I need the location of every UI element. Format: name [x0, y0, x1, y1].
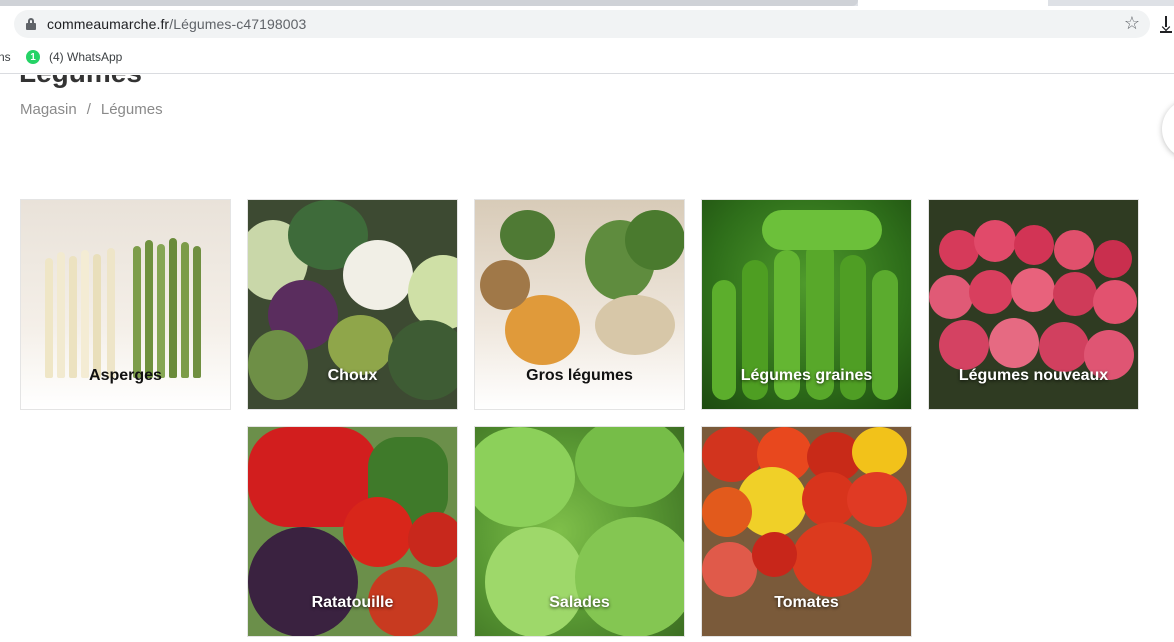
- category-tile-salades[interactable]: Salades: [474, 426, 685, 637]
- bookmark-whatsapp[interactable]: 1 (4) WhatsApp: [26, 49, 122, 65]
- breadcrumb-legumes: Légumes: [100, 101, 163, 118]
- category-label: Salades: [549, 594, 610, 611]
- floating-button[interactable]: [1162, 99, 1174, 159]
- category-tile-tomates[interactable]: Tomates: [701, 426, 912, 637]
- url-domain: commeaumarche.fr: [47, 16, 170, 32]
- lettuce-image: [475, 427, 575, 527]
- bookmark-whatsapp-label: (4) WhatsApp: [49, 50, 123, 64]
- bookmarks-bar: ns 1 (4) WhatsApp: [0, 42, 1174, 74]
- category-label: Légumes graines: [740, 367, 873, 384]
- lock-icon[interactable]: [26, 18, 36, 30]
- category-label: Légumes nouveaux: [958, 367, 1109, 384]
- category-tile-legumes-graines[interactable]: Légumes graines: [701, 199, 912, 410]
- breadcrumb: Magasin / Légumes: [20, 101, 163, 118]
- url-text[interactable]: commeaumarche.fr/Légumes-c47198003: [47, 16, 306, 32]
- category-label: Tomates: [774, 594, 839, 611]
- radishes-image: [939, 230, 979, 270]
- browser-toolbar: commeaumarche.fr/Légumes-c47198003 ☆: [0, 6, 1174, 42]
- category-tile-asperges[interactable]: Asperges: [20, 199, 231, 410]
- page-title: Légumes: [19, 75, 142, 89]
- whatsapp-icon: 1: [26, 50, 40, 64]
- download-icon[interactable]: [1160, 16, 1174, 34]
- url-path: /Légumes-c47198003: [169, 16, 307, 32]
- category-label: Ratatouille: [311, 594, 394, 611]
- category-tile-choux[interactable]: Choux: [247, 199, 458, 410]
- category-tile-legumes-nouveaux[interactable]: Légumes nouveaux: [928, 199, 1139, 410]
- category-tile-gros-legumes[interactable]: Gros légumes: [474, 199, 685, 410]
- breadcrumb-magasin[interactable]: Magasin: [20, 101, 77, 118]
- address-bar[interactable]: commeaumarche.fr/Légumes-c47198003 ☆: [14, 10, 1150, 38]
- bookmark-star-icon[interactable]: ☆: [1124, 14, 1140, 32]
- bookmark-apps[interactable]: ns: [0, 50, 11, 64]
- category-label: Choux: [327, 367, 378, 384]
- breadcrumb-separator: /: [86, 101, 91, 118]
- page-content: Légumes Magasin / Légumes Asperges Choux: [0, 75, 1174, 642]
- white-asparagus: [45, 258, 53, 378]
- category-tile-ratatouille[interactable]: Ratatouille: [247, 426, 458, 637]
- category-label: Asperges: [89, 367, 162, 384]
- category-label: Gros légumes: [526, 367, 633, 384]
- vegetable-basket-image: [500, 210, 555, 260]
- green-asparagus: [133, 246, 141, 378]
